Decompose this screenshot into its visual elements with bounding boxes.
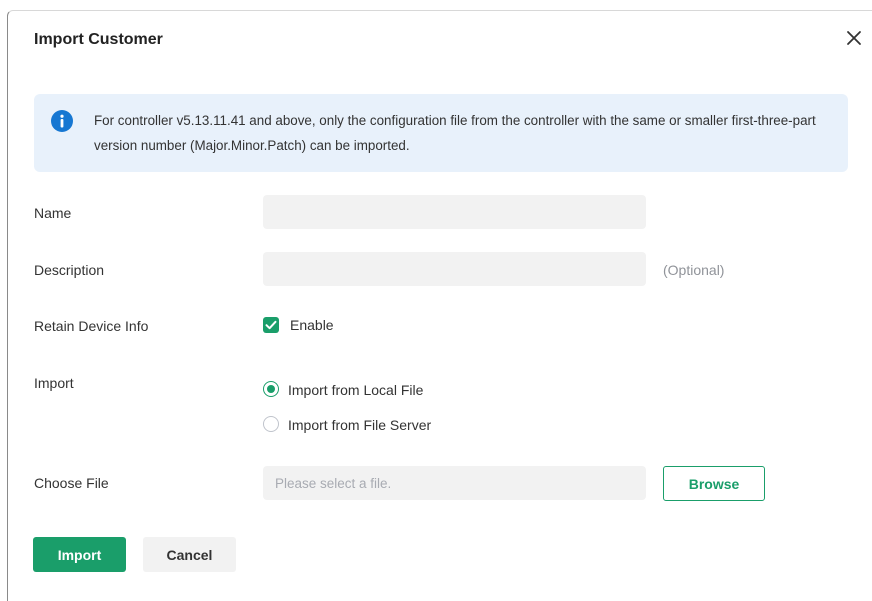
enable-checkbox[interactable] xyxy=(263,317,279,333)
radio-import-file-server[interactable] xyxy=(263,416,279,432)
description-label: Description xyxy=(34,262,105,278)
dialog-title: Import Customer xyxy=(34,31,163,48)
radio-label-import-local-file[interactable]: Import from Local File xyxy=(288,382,423,398)
choose-file-input[interactable] xyxy=(263,466,646,500)
version-notice: For controller v5.13.11.41 and above, on… xyxy=(34,94,848,172)
import-button[interactable]: Import xyxy=(33,537,126,572)
import-label: Import xyxy=(34,375,74,391)
cancel-button[interactable]: Cancel xyxy=(143,537,236,572)
choose-file-label: Choose File xyxy=(34,475,109,491)
close-icon[interactable] xyxy=(844,28,864,48)
notice-text: For controller v5.13.11.41 and above, on… xyxy=(94,113,816,153)
radio-label-import-file-server[interactable]: Import from File Server xyxy=(288,417,431,433)
name-label: Name xyxy=(34,205,72,221)
description-input[interactable] xyxy=(263,252,646,286)
checkmark-icon xyxy=(265,320,277,330)
enable-checkbox-label[interactable]: Enable xyxy=(290,317,334,333)
radio-import-local-file[interactable] xyxy=(263,381,279,397)
import-customer-dialog: Import Customer For controller v5.13.11.… xyxy=(7,10,872,601)
optional-hint: (Optional) xyxy=(663,262,725,278)
info-icon xyxy=(51,110,73,132)
name-input[interactable] xyxy=(263,195,646,229)
browse-button[interactable]: Browse xyxy=(663,466,765,501)
retain-device-info-label: Retain Device Info xyxy=(34,318,149,334)
